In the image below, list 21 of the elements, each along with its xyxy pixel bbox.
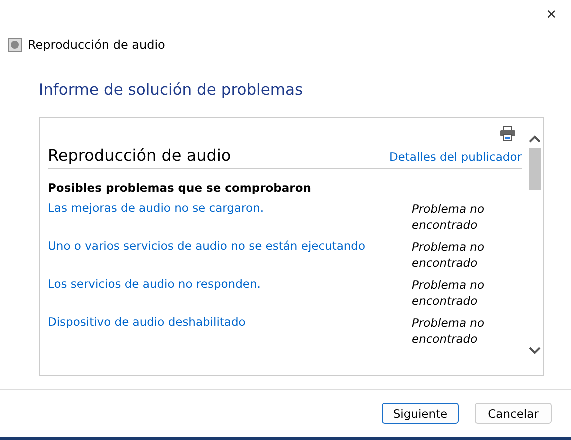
scroll-down-icon[interactable]	[529, 347, 541, 355]
problem-status: Problema no encontrado	[412, 201, 486, 233]
window-title: Reproducción de audio	[28, 38, 166, 52]
problem-link[interactable]: Los servicios de audio no responden.	[48, 277, 261, 309]
problem-status: Problema no encontrado	[412, 239, 486, 271]
publisher-details-link[interactable]: Detalles del publicador	[389, 150, 522, 164]
problem-link[interactable]: Dispositivo de audio deshabilitado	[48, 315, 246, 347]
problem-link[interactable]: Las mejoras de audio no se cargaron.	[48, 201, 264, 233]
report-title: Reproducción de audio	[48, 146, 232, 165]
close-button[interactable]: ✕	[542, 8, 561, 22]
problem-status: Problema no encontrado	[412, 315, 486, 347]
scroll-up-icon[interactable]	[529, 135, 541, 143]
print-icon[interactable]	[500, 126, 516, 141]
scrollbar-thumb[interactable]	[529, 148, 541, 190]
dialog-button[interactable]: Siguiente	[382, 403, 459, 424]
section-heading: Posibles problemas que se comprobaron	[48, 181, 312, 195]
page-heading: Informe de solución de problemas	[39, 81, 304, 101]
problem-link[interactable]: Uno o varios servicios de audio no se están ejecutando	[48, 239, 366, 271]
dialog-button[interactable]: Cancelar	[475, 403, 552, 424]
problem-status: Problema no encontrado	[412, 277, 486, 309]
speaker-icon	[8, 38, 22, 52]
